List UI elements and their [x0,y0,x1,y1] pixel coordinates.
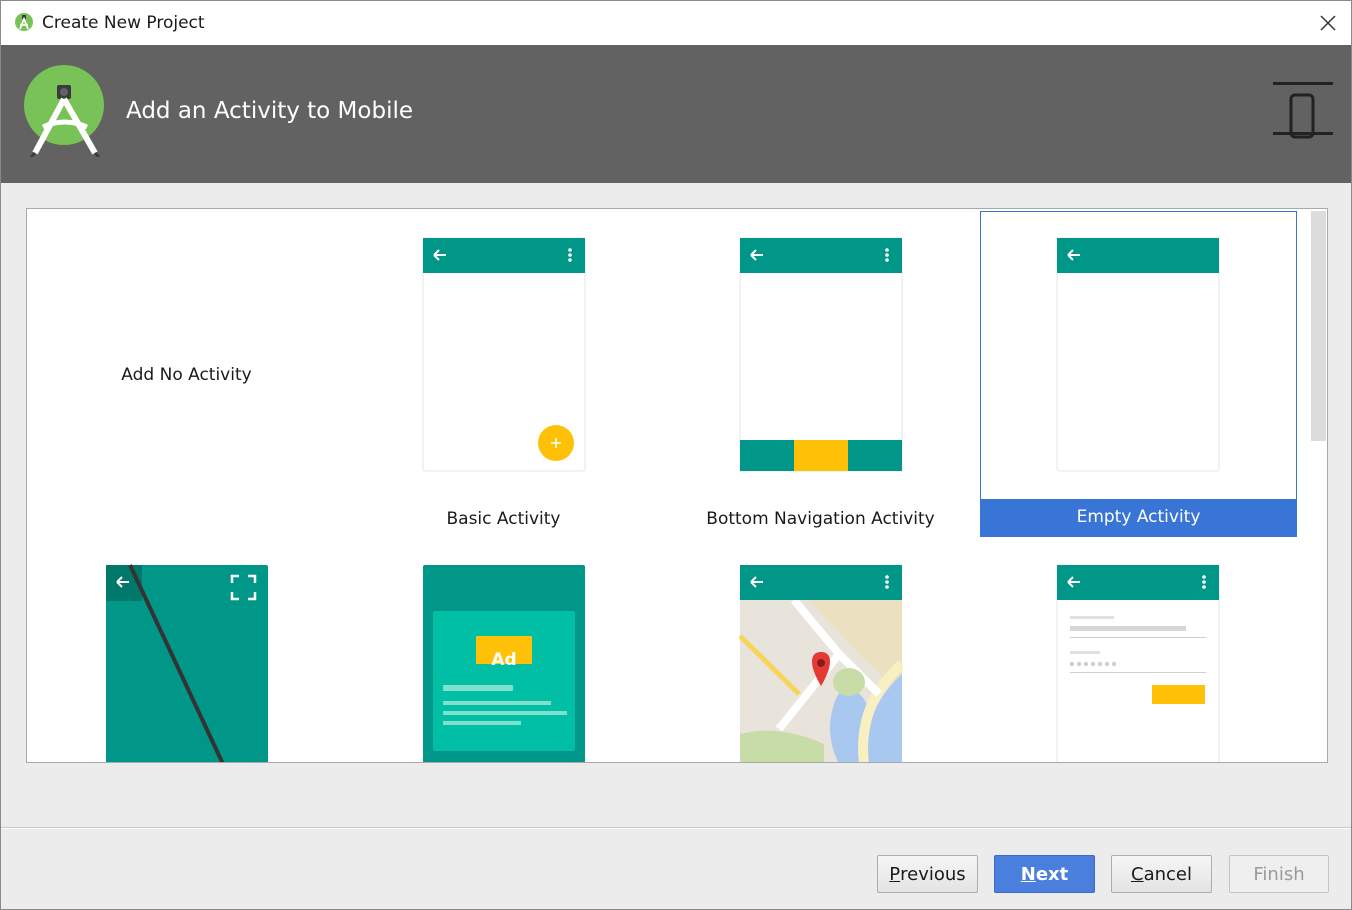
gallery-scrollbar[interactable] [1311,211,1326,761]
previous-label: revious [900,863,966,885]
header-banner: Add an Activity to Mobile [1,45,1351,183]
finish-button[interactable]: Finish [1229,855,1329,893]
activity-cell-add-no-activity[interactable]: Add No Activity [28,210,345,536]
android-studio-icon [15,13,33,31]
device-icon [1273,82,1333,139]
activity-label: Bottom Navigation Activity [706,509,935,529]
footer-divider-highlight [1,828,1351,829]
scrollbar-thumb[interactable] [1311,211,1326,441]
overflow-menu-icon [885,248,889,262]
activity-cell-fullscreen[interactable] [28,537,345,762]
activity-cell-empty[interactable]: Empty Activity [980,211,1297,537]
activity-label: Add No Activity [121,365,252,385]
page-title: Add an Activity to Mobile [126,98,413,124]
activity-cell-login[interactable] [979,537,1296,762]
activity-cell-basic[interactable]: Basic Activity [345,210,662,536]
bottom-navigation-thumbnail [739,237,903,472]
next-label: ext [1035,863,1069,885]
cancel-button[interactable]: Cancel [1111,855,1212,893]
previous-mnemonic: P [889,863,901,885]
title-bar: Create New Project [1,1,1351,45]
activity-gallery: Add No Activity Basic Activity Bottom Na… [26,208,1328,763]
create-project-dialog: Create New Project Add an Activity to Mo… [0,0,1352,910]
cancel-label: ancel [1143,863,1192,885]
next-button[interactable]: Next [994,855,1095,893]
android-studio-logo [24,65,104,157]
activity-cell-bottom-navigation[interactable]: Bottom Navigation Activity [662,210,979,536]
activity-cell-maps[interactable] [662,537,979,762]
overflow-menu-icon [1202,575,1206,589]
overflow-menu-icon [568,248,572,262]
previous-button[interactable]: Previous [877,855,978,893]
activity-label: Empty Activity [981,499,1296,536]
close-button[interactable] [1305,1,1351,45]
activity-cell-admob[interactable]: Ad [345,537,662,762]
login-activity-thumbnail [1056,564,1220,762]
overflow-menu-icon [885,575,889,589]
maps-activity-thumbnail [739,565,903,762]
fullscreen-activity-thumbnail [106,564,268,762]
close-icon [1320,15,1336,31]
cancel-mnemonic: C [1131,863,1144,885]
ad-badge: Ad [491,650,517,670]
next-mnemonic: N [1020,863,1036,885]
empty-activity-thumbnail [1056,237,1220,472]
basic-activity-thumbnail [422,237,586,472]
activity-label: Basic Activity [446,509,561,529]
window-title: Create New Project [42,13,205,33]
